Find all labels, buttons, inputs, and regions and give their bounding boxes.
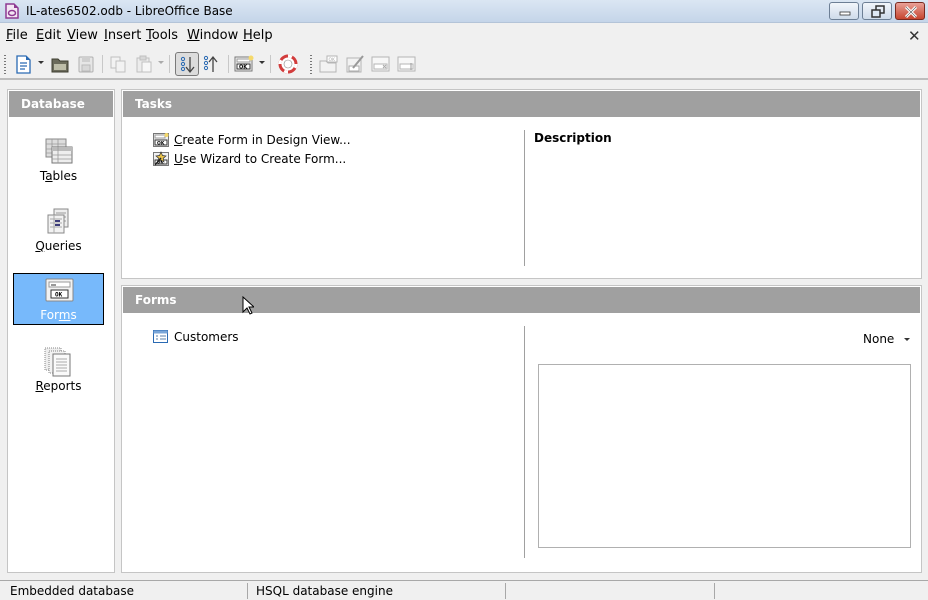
svg-text:OK: OK (239, 65, 248, 71)
form-document-icon (153, 330, 169, 344)
menu-insert-label: nsert (107, 28, 142, 43)
menu-window-label: indow (199, 28, 239, 43)
delete-form-button[interactable] (369, 52, 393, 76)
menu-insert[interactable]: Insert (104, 28, 141, 43)
menu-edit-label: dit (44, 28, 62, 43)
open-form-button[interactable]: OK (317, 52, 341, 76)
save-button[interactable] (74, 52, 98, 76)
forms-panel: Forms Customers None (121, 285, 922, 573)
restore-button[interactable] (862, 2, 892, 20)
sort-descending-button[interactable] (201, 52, 225, 76)
copy-button[interactable] (106, 52, 130, 76)
close-window-button[interactable] (895, 2, 925, 20)
new-document-button[interactable] (11, 52, 35, 76)
help-button[interactable] (276, 52, 300, 76)
menu-view[interactable]: View (67, 28, 98, 43)
status-database-engine: HSQL database engine (256, 584, 393, 598)
menu-window[interactable]: Window (187, 28, 238, 43)
paste-dropdown-icon[interactable] (158, 61, 164, 64)
form-button[interactable]: OK (232, 52, 256, 76)
close-document-icon[interactable]: ✕ (908, 27, 921, 45)
menu-view-mnemonic: V (67, 28, 76, 43)
db-item-queries-label: Queries (35, 239, 82, 253)
form-design-icon: OK (153, 132, 169, 148)
preview-mode-select[interactable]: None (863, 332, 910, 346)
toolbar-separator (228, 55, 229, 73)
sort-ascending-button[interactable] (175, 52, 199, 76)
rename-form-button[interactable] (395, 52, 419, 76)
chevron-down-icon (904, 338, 910, 341)
toolbar-separator (102, 55, 103, 73)
edit-form-button[interactable] (343, 52, 367, 76)
form-item-customers-label: Customers (174, 330, 239, 344)
preview-mode-value: None (863, 332, 895, 346)
db-item-tables[interactable]: Tables (13, 135, 104, 187)
svg-text:OK: OK (157, 140, 165, 146)
menu-tools[interactable]: Tools (146, 28, 178, 43)
menu-file-label: ile (12, 28, 28, 43)
task-create-form-design-view-label: Create Form in Design View... (174, 133, 351, 147)
task-use-wizard-create-form-label: Use Wizard to Create Form... (174, 152, 347, 166)
window-title: IL-ates6502.odb - LibreOffice Base (26, 4, 233, 18)
forms-divider (524, 326, 525, 558)
menu-view-label: iew (75, 28, 98, 43)
reports-icon (44, 347, 74, 377)
status-separator (505, 583, 506, 599)
menu-help[interactable]: Help (243, 28, 273, 43)
libreoffice-base-icon (5, 3, 19, 19)
db-item-reports[interactable]: Reports (13, 345, 104, 397)
status-separator (247, 583, 248, 599)
title-bar: IL-ates6502.odb - LibreOffice Base (0, 0, 928, 23)
toolbar-grip[interactable] (4, 55, 6, 75)
status-database-type: Embedded database (10, 584, 134, 598)
database-panel: Database Tables Queries OK Forms Reports (7, 89, 115, 573)
database-panel-header: Database (9, 91, 113, 117)
svg-text:OK: OK (55, 292, 63, 299)
menu-window-mnemonic: W (187, 28, 200, 43)
tables-icon (44, 137, 74, 167)
open-button[interactable] (48, 52, 72, 76)
toolbar-separator (270, 55, 271, 73)
db-item-reports-label: Reports (35, 379, 82, 393)
db-item-tables-label: Tables (39, 169, 78, 183)
menu-tools-label: ools (151, 28, 179, 43)
status-separator (714, 583, 715, 599)
preview-area (538, 364, 911, 548)
menu-help-mnemonic: H (243, 28, 253, 43)
new-document-dropdown-icon[interactable] (38, 61, 44, 64)
db-item-forms[interactable]: OK Forms (13, 273, 104, 325)
menu-help-label: elp (252, 28, 273, 43)
mouse-cursor-icon (242, 295, 256, 316)
svg-text:OK: OK (329, 57, 337, 63)
standard-toolbar: OK OK (0, 49, 928, 80)
db-item-forms-label: Forms (40, 308, 77, 322)
form-dropdown-icon[interactable] (259, 61, 265, 64)
paste-button[interactable] (132, 52, 156, 76)
queries-icon (44, 207, 74, 237)
tasks-divider (524, 130, 525, 266)
status-bar: Embedded database HSQL database engine (0, 580, 928, 600)
minimize-button[interactable] (829, 2, 859, 20)
menu-edit-mnemonic: E (36, 28, 45, 43)
menu-bar: File Edit View Insert Tools Window Help … (0, 24, 928, 48)
forms-icon: OK (45, 276, 75, 306)
tasks-panel-header: Tasks (123, 91, 920, 117)
toolbar-grip[interactable] (310, 55, 312, 75)
menu-file[interactable]: File (6, 28, 28, 43)
description-title: Description (534, 131, 612, 145)
tasks-panel: Tasks OK Create Form in Design View... O… (121, 89, 922, 279)
form-wizard-icon: OK (153, 151, 169, 167)
toolbar-separator (169, 55, 170, 73)
menu-edit[interactable]: Edit (36, 28, 61, 43)
db-item-queries[interactable]: Queries (13, 205, 104, 257)
